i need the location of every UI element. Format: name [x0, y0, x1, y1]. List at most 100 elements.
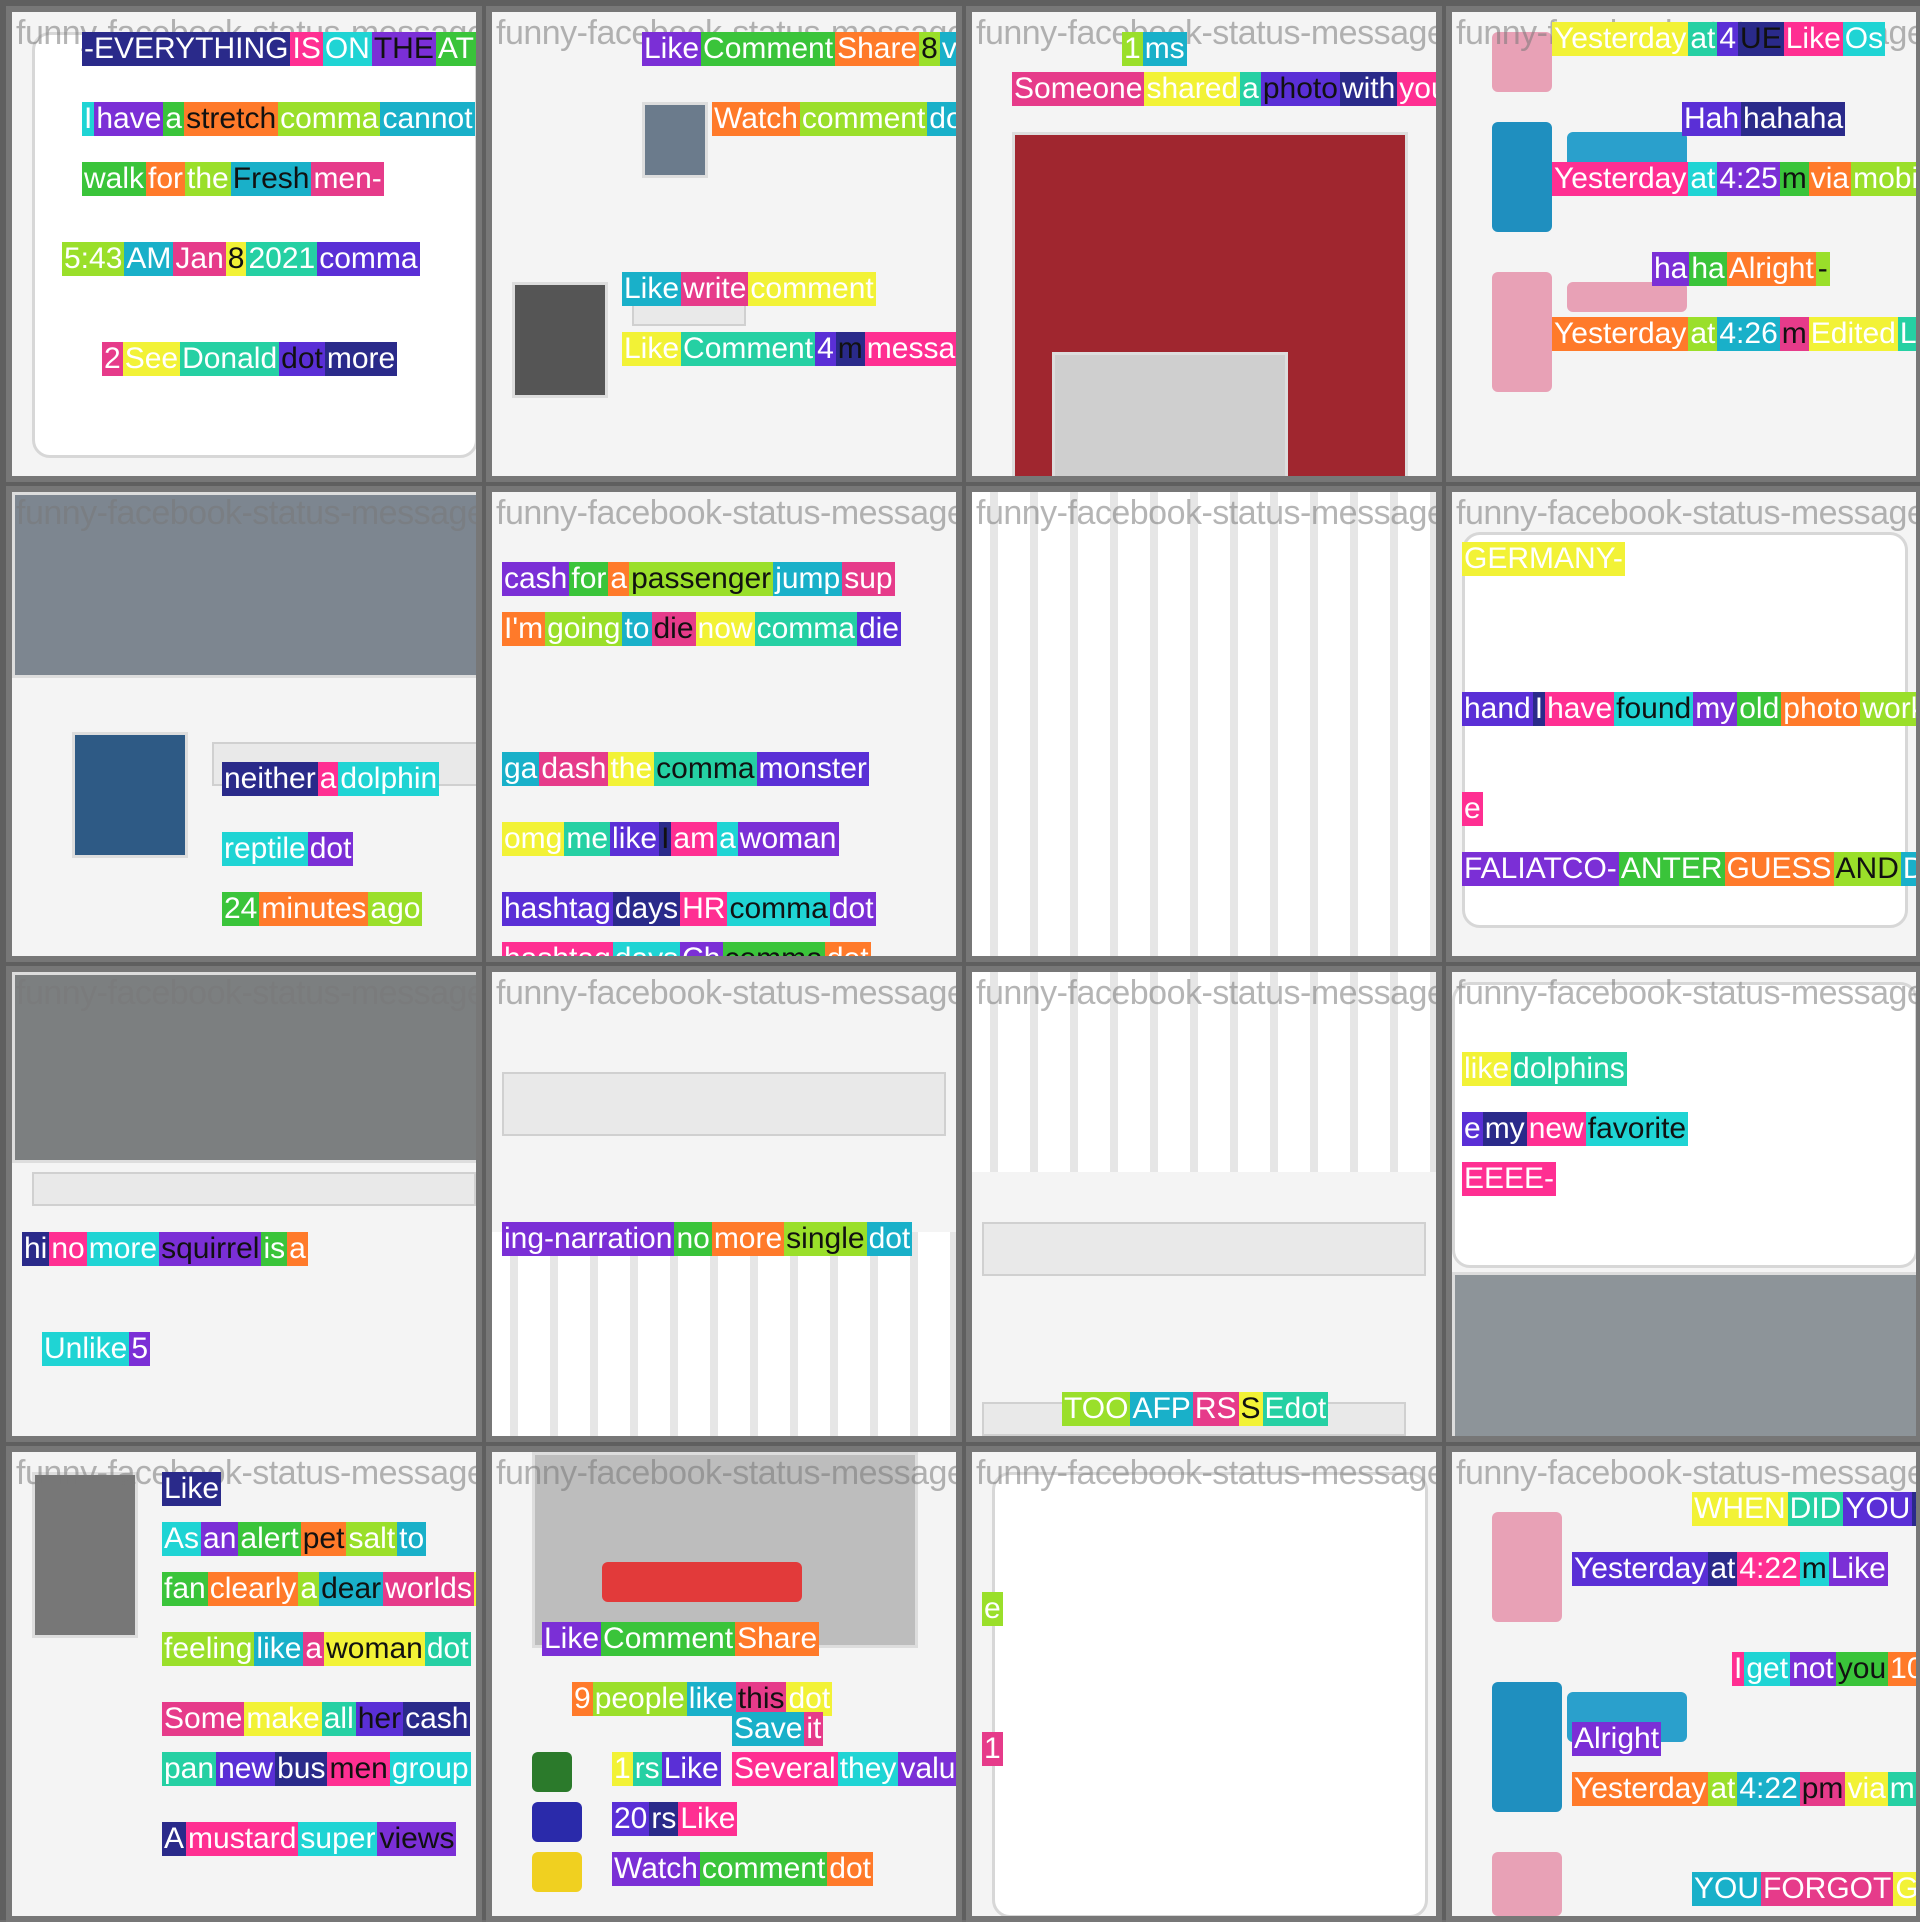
ocr-text-line: EEEE- [1462, 1162, 1557, 1196]
ocr-text-line: LikeComment4mmessage [622, 332, 956, 366]
tile-title: funny-facebook-status-messages-3 [496, 1454, 962, 1492]
sticker [532, 1852, 582, 1892]
ocr-text-line: ing-narration no more single dot [502, 1222, 913, 1256]
ocr-text-line: Yesterdayat4:26mEditedLike [1552, 317, 1916, 351]
tile-title: funny-facebook-status-messages-4 [16, 1454, 482, 1492]
tile-11: funny-facebook-status-messages-72 TOOAFPR… [966, 966, 1442, 1442]
tile-10: funny-facebook-status-messages-1 ing-narr… [486, 966, 962, 1442]
tile-5: funny-facebook-status-messages-57 neither… [6, 486, 482, 962]
photo [72, 732, 188, 858]
tile-title: funny-facebook-status-messages-40 [16, 974, 476, 1012]
photo [1052, 352, 1288, 476]
ocr-text-line: Some make all her cash [162, 1702, 471, 1736]
ocr-text-line: 24 minutes ago [222, 892, 423, 926]
ocr-text-line: GERMANY- [1462, 542, 1625, 576]
ocr-text-line: e [1462, 792, 1483, 826]
ocr-text-line: Like [162, 1472, 222, 1506]
ocr-text-line: feeling like a woman dot [162, 1632, 471, 1666]
comment-field [502, 1072, 946, 1136]
sticker [1492, 1682, 1562, 1812]
sticker [1492, 1852, 1562, 1916]
ocr-text-line: e [982, 1592, 1003, 1626]
ocr-text-line: 5:43 AM Jan 8 2021 comma [62, 242, 420, 276]
ocr-text-line: walk for the Fresh men- [82, 162, 384, 196]
ocr-text-line: 2 See Donald dot more [102, 342, 398, 376]
ocr-text-line: YOUFORGOTGALAS [1692, 1872, 1916, 1906]
ocr-text-line: ga dash the comma monster [502, 752, 869, 786]
ocr-text-line: handIhavefoundmyoldphotoworkgo [1462, 692, 1916, 726]
ocr-text-line: hashtag days Ch comma dot [502, 942, 871, 956]
post-card [992, 1472, 1428, 1916]
ocr-text-line: Severaltheyvalue [732, 1752, 956, 1786]
ocr-text-line: Yesterday at 4 UE Like Os [1552, 22, 1886, 56]
ocr-text-line: Igetnotyou10 [1732, 1652, 1916, 1686]
ocr-text-line: Ihave a stretch comma cannot [82, 102, 475, 136]
ocr-text-line: FALIATCO-ANTERGUESSANDDNEYdot [1462, 852, 1916, 886]
ocr-text-line: Someonesharedaphotowithyou [1012, 72, 1436, 106]
sticker [602, 1562, 802, 1602]
ocr-text-line: TOO AFP RS S Edot [1062, 1392, 1329, 1426]
ocr-text-line: fanclearlyadearworldscomma [162, 1572, 476, 1606]
sticker [532, 1752, 572, 1792]
sticker [1567, 282, 1687, 312]
ocr-text-line: Like Comment Share [542, 1622, 820, 1656]
tile-title: funny-facebook-status-messages-61 [1456, 494, 1916, 532]
ocr-text-line: Yesterdayat4:22pmviamobileLike [1572, 1772, 1916, 1806]
tile-1: funny-facebook-status-messages-78-EVERYT… [6, 6, 482, 482]
ocr-text-line: -EVERYTHINGISONTHEATLEN [82, 32, 476, 66]
tile-15: funny-facebook-status-messages-2 e 1 [966, 1446, 1442, 1922]
collage-grid: funny-facebook-status-messages-78-EVERYT… [0, 0, 1920, 1922]
tile-12: funny-facebook-status-messages-61 likedol… [1446, 966, 1920, 1442]
comment-field [32, 1172, 476, 1206]
tile-7: funny-facebook-status-messages-72 [966, 486, 1442, 962]
tile-3: funny-facebook-status-messages-321ms Some… [966, 6, 1442, 482]
tile-4: funny-facebook-status-messages-40Yesterd… [1446, 6, 1920, 482]
ocr-text-line: Like write comment [622, 272, 876, 306]
ocr-text-line: reptile dot [222, 832, 354, 866]
tile-title: funny-facebook-status-messages-72 [976, 974, 1436, 1012]
ocr-text-line: Alright [1572, 1722, 1662, 1756]
ocr-text-line: ha ha Alright - [1652, 252, 1830, 286]
ocr-text-line: omg me like Iam a woman [502, 822, 839, 856]
tile-title: funny-facebook-status-messages-32 [976, 14, 1436, 52]
blurred-area [972, 492, 1436, 956]
photo [642, 102, 708, 178]
tile-title: funny-facebook-status-messages-55 [1456, 1454, 1916, 1492]
ocr-text-line: Yesterdayat4:25mviamobileLike [1552, 162, 1916, 196]
ocr-text-line: Watchcommentdot [612, 1852, 873, 1886]
ocr-text-line: 9 people like this dot [572, 1682, 833, 1716]
tile-16: funny-facebook-status-messages-55WHENDID… [1446, 1446, 1920, 1922]
tile-2: funny-facebook-status-messages-4LikeComm… [486, 6, 962, 482]
ocr-text-line: As an alert pet salt to [162, 1522, 427, 1556]
ocr-text-line: hashtag days HR comma dot [502, 892, 876, 926]
ocr-text-line: WHENDIDYOUCOLOR [1692, 1492, 1916, 1526]
sticker [532, 1802, 582, 1842]
ocr-text-line: 1 rs Like [612, 1752, 721, 1786]
tile-14: funny-facebook-status-messages-3 Like Comm… [486, 1446, 962, 1922]
tile-title: funny-facebook-status-messages-2 [976, 1454, 1442, 1492]
ocr-text-line: LikeCommentShare8via [642, 32, 956, 66]
sticker [1492, 122, 1552, 232]
tile-6: funny-facebook-status-messages-34 cashfor… [486, 486, 962, 962]
ocr-text-line: I'm going to die now comma die [502, 612, 901, 646]
ocr-text-line: cash for a passenger jump sup [502, 562, 895, 596]
ocr-text-line: pan new bus men group [162, 1752, 471, 1786]
tile-9: funny-facebook-status-messages-40 hinomor… [6, 966, 482, 1442]
comment-field [982, 1222, 1426, 1276]
ocr-text-line: e my new favorite [1462, 1112, 1689, 1146]
ocr-text-line: Amustard super views [162, 1822, 457, 1856]
photo [32, 1472, 138, 1638]
photo [512, 282, 608, 398]
ocr-text-line: Watchcommentdot [712, 102, 956, 136]
photo [1452, 1272, 1916, 1436]
ocr-text-line: Yesterday at 4:22 m Like [1572, 1552, 1888, 1586]
tile-8: funny-facebook-status-messages-61 GERMANY… [1446, 486, 1920, 962]
tile-title: funny-facebook-status-messages-34 [496, 494, 956, 532]
ocr-text-line: like dolphins [1462, 1052, 1627, 1086]
ocr-text-line: 1 ms [1122, 32, 1187, 66]
ocr-text-line: hi no more squirrel is a [22, 1232, 308, 1266]
ocr-text-line: Save it [732, 1712, 824, 1746]
ocr-text-line: 20 rs Like [612, 1802, 738, 1836]
ocr-text-line: Unlike 5 [42, 1332, 151, 1366]
tile-title: funny-facebook-status-messages-72 [976, 494, 1436, 532]
